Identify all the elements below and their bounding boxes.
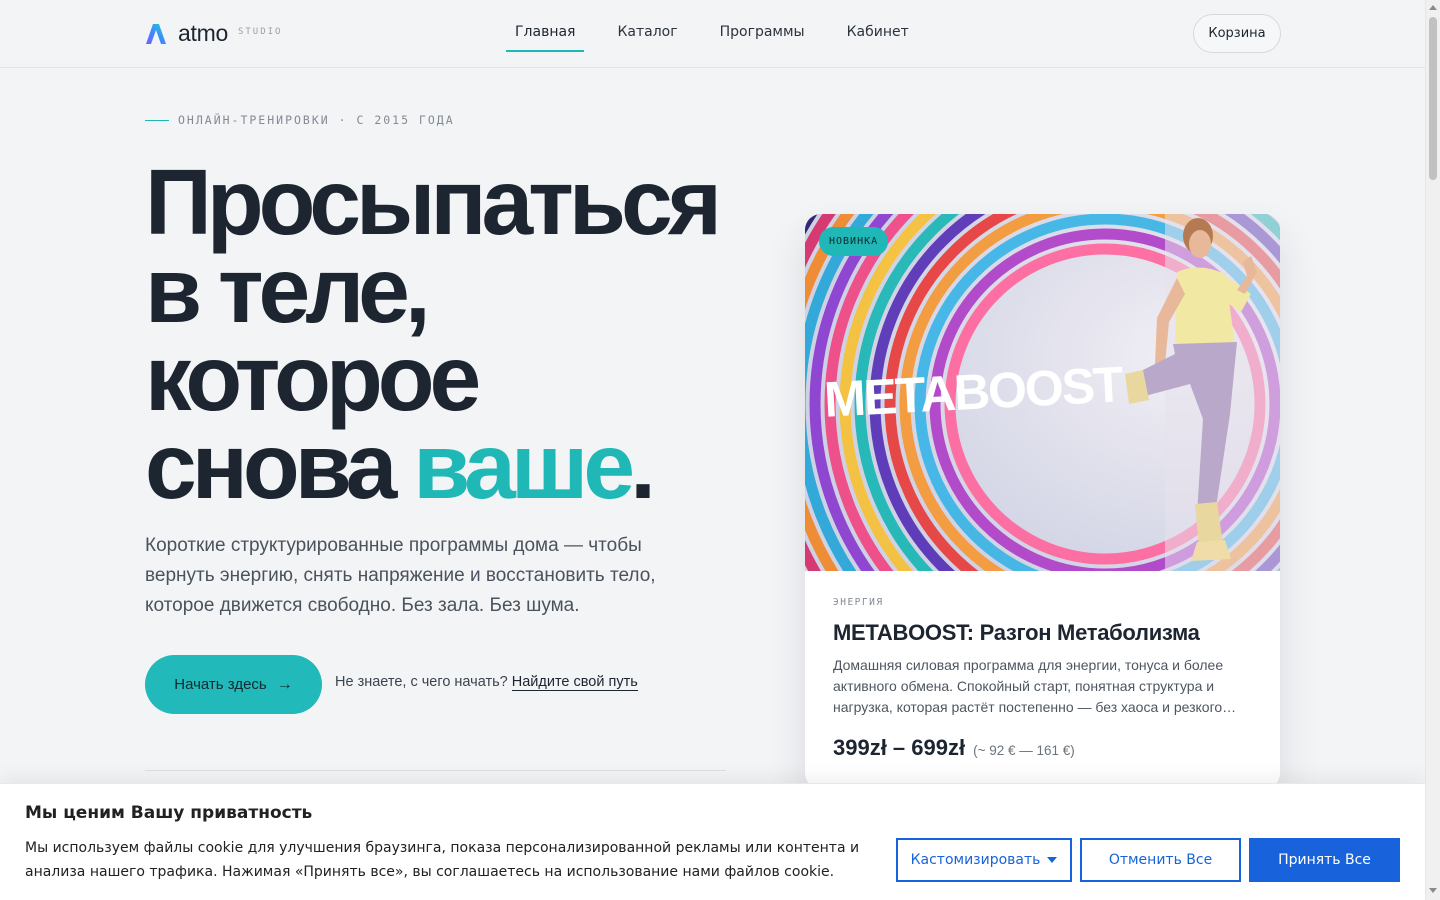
logo-subtitle: STUDIO [237,26,283,37]
nav-item-programs[interactable]: Программы [720,15,805,51]
start-here-label: Начать здесь [174,676,267,693]
nav-item-account[interactable]: Кабинет [847,15,909,51]
main-nav: Главная Каталог Программы Кабинет [505,15,951,52]
nav-item-catalog[interactable]: Каталог [617,15,677,51]
product-price-row: 399zł – 699zł (~ 92 € — 161 €) [833,735,1253,761]
scrollbar-thumb[interactable] [1429,17,1437,180]
help-prompt: Не знаете, с чего начать? Найдите свой п… [335,674,638,691]
scroll-down-icon[interactable] [1429,888,1437,893]
headline-period: . [630,414,656,518]
product-image[interactable]: METABOOST НОВИНКА [805,214,1280,571]
product-category: ЭНЕРГИЯ [833,597,884,608]
product-card[interactable]: METABOOST НОВИНКА ЭНЕРГИЯ METABOOST: Раз… [805,214,1280,789]
hero-headline: Просыпаться в теле, которое снова ваше. [145,156,765,513]
product-image-art: METABOOST [805,214,1280,571]
caret-down-icon [1047,857,1058,863]
headline-line-4: снова [145,414,414,518]
section-divider [145,770,726,771]
find-your-path-link[interactable]: Найдите свой путь [511,674,638,691]
help-text: Не знаете, с чего начать? [335,674,508,690]
logo[interactable]: atmo STUDIO [145,20,282,47]
scroll-up-icon[interactable] [1429,5,1437,10]
logo-text: atmo [178,20,228,46]
eyebrow-text: ОНЛАЙН-ТРЕНИРОВКИ · С 2015 ГОДА [178,113,455,127]
product-price: 399zł – 699zł [833,735,966,760]
page-scrollbar[interactable] [1425,0,1440,900]
product-title[interactable]: METABOOST: Разгон Метаболизма [833,620,1253,646]
hero-lead: Короткие структурированные программы дом… [145,535,656,616]
product-price-eur: (~ 92 € — 161 €) [973,743,1075,758]
cookie-title: Мы ценим Вашу приватность [25,803,313,823]
cart-button[interactable]: Корзина [1193,14,1281,53]
reject-all-button[interactable]: Отменить Все [1080,838,1241,882]
customize-label: Кастомизировать [910,852,1041,868]
hero-eyebrow: ОНЛАЙН-ТРЕНИРОВКИ · С 2015 ГОДА [145,113,455,127]
start-here-button[interactable]: Начать здесь → [145,655,322,714]
cookie-text: Мы используем файлы cookie для улучшения… [25,840,860,880]
logo-mark-icon [146,23,166,44]
product-card-body: ЭНЕРГИЯ METABOOST: Разгон Метаболизма До… [833,571,1253,761]
eyebrow-divider [145,119,169,121]
nav-item-home[interactable]: Главная [505,15,586,52]
new-badge: НОВИНКА [819,227,889,256]
customize-button[interactable]: Кастомизировать [896,838,1072,882]
site-header: atmo STUDIO Главная Каталог Программы Ка… [0,0,1425,68]
accept-all-button[interactable]: Принять Все [1249,838,1400,882]
arrow-right-icon: → [276,675,293,693]
cookie-banner: Мы ценим Вашу приватность Мы используем … [0,783,1425,900]
headline-accent: ваше [413,414,635,518]
product-description: Домашняя силовая программа для энергии, … [833,657,1237,715]
